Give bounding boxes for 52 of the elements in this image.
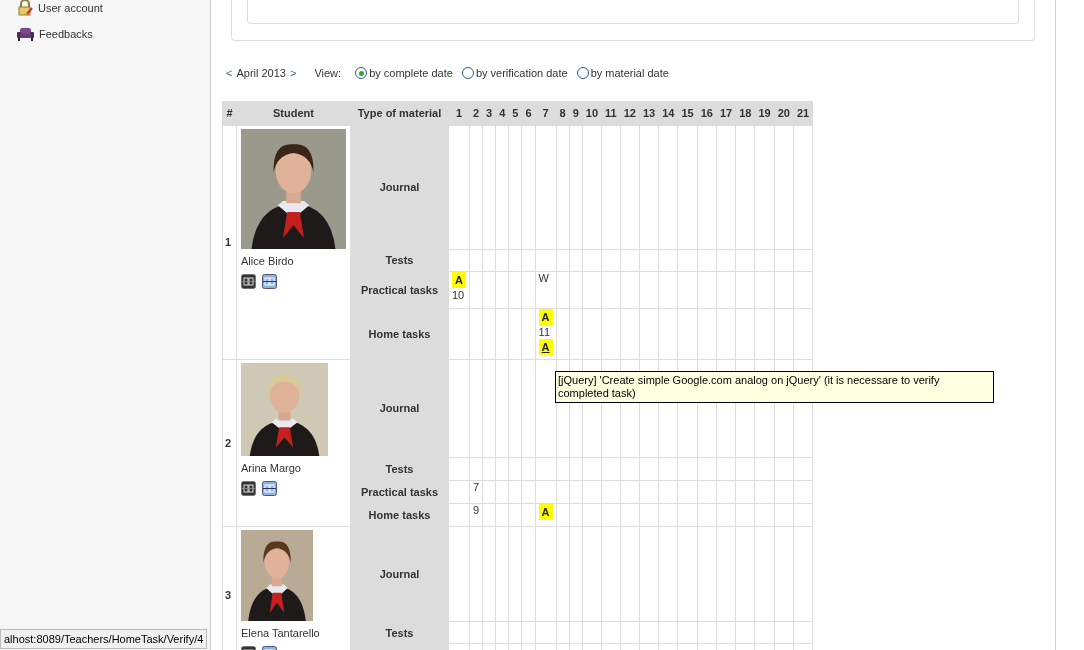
radio-button[interactable] (576, 67, 589, 79)
column-header: 21 (793, 101, 813, 126)
month-label: April 2013 (236, 65, 286, 81)
grade-badge[interactable]: A (538, 309, 553, 325)
column-header: 14 (658, 101, 678, 126)
lock-icon (17, 0, 33, 16)
status-bar: alhost:8089/Teachers/HomeTask/Verify/4 (0, 628, 208, 649)
tooltip: [jQuery] 'Create simple Google.com analog on jQuery' (it is necessare to verify completed task) (555, 371, 994, 403)
sidebar-link[interactable]: User account (38, 0, 103, 17)
column-header: 13 (639, 101, 659, 126)
armchair-icon (17, 27, 34, 41)
column-header: 1 (448, 101, 470, 126)
column-header: 12 (620, 101, 640, 126)
material-type: Journal (350, 125, 449, 250)
radio-button[interactable] (355, 67, 368, 79)
material-type: Journal (350, 359, 449, 458)
grade-text: 10 (452, 288, 466, 302)
grade-text: 9 (472, 504, 480, 517)
view-label: View: (314, 65, 342, 81)
column-header: 19 (754, 101, 775, 126)
column-header: 10 (582, 101, 602, 126)
column-header: 18 (735, 101, 755, 126)
column-header: # (222, 101, 237, 126)
grade-badge[interactable]: A (538, 338, 553, 355)
column-header: Type of material (350, 101, 449, 126)
grade-text: W (538, 272, 550, 285)
column-header: 17 (716, 101, 736, 126)
next-month-link[interactable]: > (286, 64, 301, 82)
grade-badge[interactable]: A (538, 504, 553, 520)
material-type: Home tasks (350, 308, 449, 360)
column-header: 7 (535, 101, 557, 126)
grade-text: 7 (472, 481, 480, 494)
sidebar-link[interactable]: Feedbacks (39, 25, 93, 43)
previous-month-link[interactable]: < (222, 64, 237, 82)
row-number: 3 (222, 526, 237, 650)
radio-label: by verification date (475, 65, 568, 81)
row-number: 2 (222, 359, 237, 527)
radio-label: by complete date (369, 65, 453, 81)
student-name: Arina Margo (241, 461, 302, 476)
material-type: Practical tasks (350, 271, 449, 309)
grade-text: 11 (538, 325, 551, 339)
student-name: Alice Birdo (241, 254, 295, 269)
column-header: 15 (677, 101, 698, 126)
student-name: Elena Tantarello (241, 626, 321, 641)
column-header: Student (236, 101, 351, 126)
radio-label: by material date (590, 65, 669, 81)
radio-button[interactable] (461, 67, 474, 79)
material-type: Journal (350, 526, 449, 622)
grade-badge[interactable]: A (452, 272, 466, 288)
column-header: 20 (774, 101, 794, 126)
row-number: 1 (222, 125, 237, 360)
column-header: 16 (697, 101, 717, 126)
